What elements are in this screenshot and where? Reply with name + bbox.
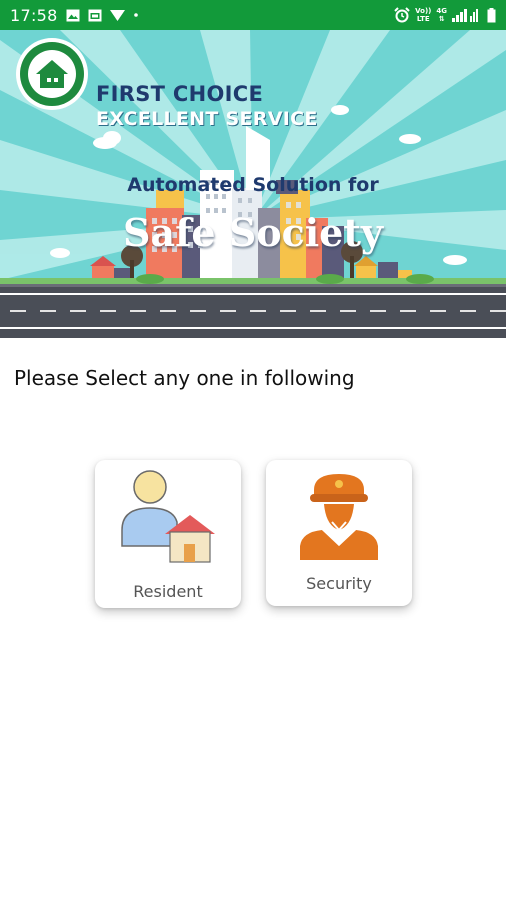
header-banner: FIRST CHOICE EXCELLENT SERVICE Automated… [0,30,506,338]
security-label: Security [306,574,372,593]
network-top-text: Vo)) [415,7,432,15]
status-bar: 17:58 Vo)) LTE 4G ⇅ [0,0,506,30]
brand-subtitle: EXCELLENT SERVICE [96,108,318,130]
dot-icon [133,12,139,18]
security-option-card[interactable]: Security [266,460,412,606]
resident-option-card[interactable]: Resident [95,460,241,608]
signal-icon [452,8,482,22]
calendar-icon [88,8,102,22]
image-icon [66,9,80,22]
volte-indicator: Vo)) LTE [415,7,431,23]
status-time: 17:58 [10,5,58,25]
resident-label: Resident [133,582,203,601]
battery-icon [487,7,496,23]
banner-headline: Safe Society [123,210,383,255]
house-logo-icon [16,38,88,110]
banner-tagline: Automated Solution for [127,174,379,196]
brand-title: FIRST CHOICE [96,82,264,106]
network-type-indicator: 4G ⇅ [436,7,447,23]
resident-icon [121,470,215,563]
signal-download-icon [109,9,125,22]
network-type-text: 4G [436,7,447,15]
alarm-icon [394,7,410,23]
network-bottom-text: LTE [416,15,430,23]
security-guard-icon [300,474,378,560]
selection-prompt: Please Select any one in following [14,366,355,390]
